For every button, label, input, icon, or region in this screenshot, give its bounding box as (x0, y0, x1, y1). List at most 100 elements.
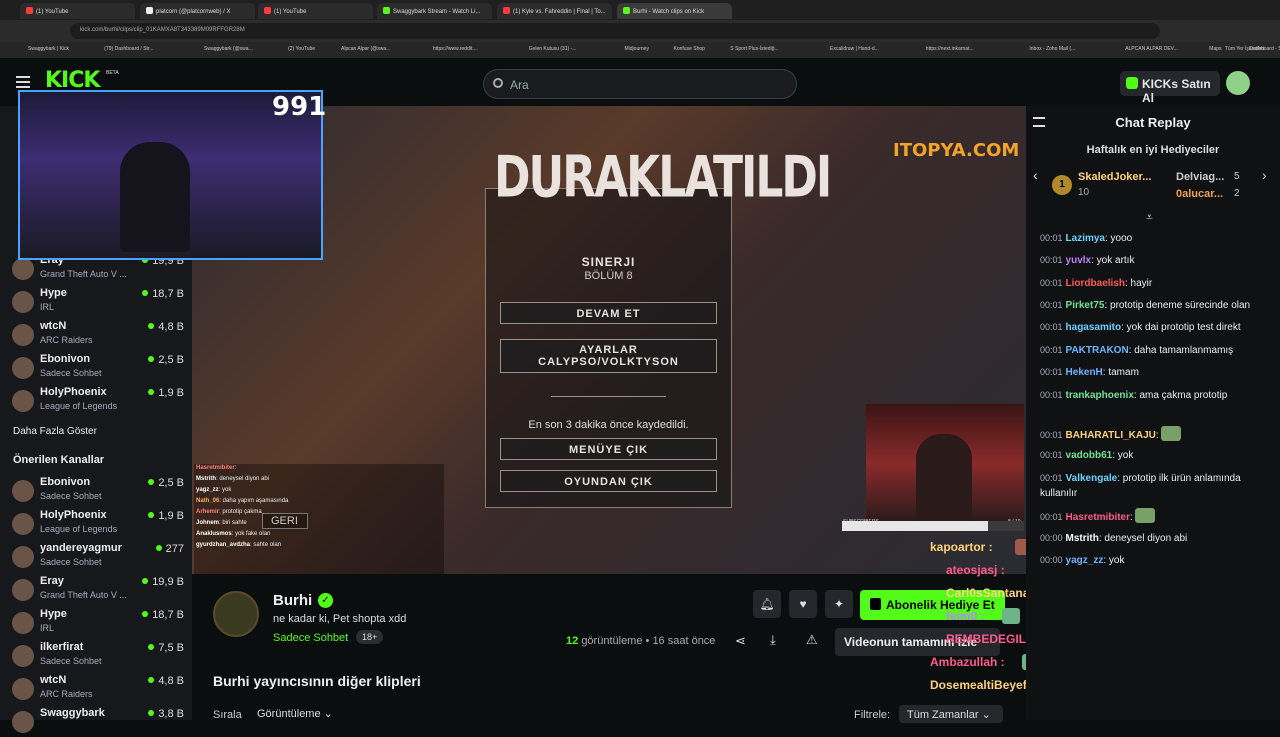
bookmark-item[interactable]: Inbox - Zoho Mail (... (1029, 46, 1075, 52)
message-user[interactable]: yagz_zz (1066, 555, 1104, 566)
browser-tab[interactable]: (1) YouTube (258, 3, 373, 19)
bookmarks-bar: Swaggybark | Kick (79) Dashboard / Str...… (0, 42, 1280, 58)
gifter-name[interactable]: 0alucar... (1176, 188, 1223, 200)
report-icon[interactable]: ⚠ (806, 632, 818, 648)
message-user[interactable]: PAKTRAKON (1066, 345, 1129, 356)
filter-dropdown[interactable]: Tüm Zamanlar ⌄ (899, 705, 1003, 723)
message-time: 00:00 (1040, 555, 1063, 565)
message-user[interactable]: HekenH (1066, 367, 1103, 378)
sparkle-icon[interactable]: ✦ (825, 590, 853, 618)
message-text: : prototip deneme sürecinde olan (1104, 300, 1251, 311)
continue-button[interactable]: DEVAM ET (500, 302, 717, 324)
channel-name: yandereyagmur (40, 542, 122, 554)
download-icon[interactable]: ⤓ (770, 632, 776, 648)
gifter-name[interactable]: SkaledJoker... (1078, 171, 1151, 183)
message-user[interactable]: Liordbaelish (1066, 278, 1125, 289)
bookmark-item[interactable]: https://www.reddit.... (433, 46, 478, 52)
channel-avatar (12, 291, 34, 313)
browser-tab[interactable]: platcorn (@platcornweb) / X (140, 3, 255, 19)
sidebar-channel[interactable]: HolyPhoenix League of Legends 1,9 B (12, 386, 184, 416)
message-time: 00:01 (1040, 278, 1063, 288)
bookmark-item[interactable]: Excalidraw | Hand-d... (830, 46, 879, 52)
message-user[interactable]: vadobb61 (1066, 450, 1113, 461)
quit-game-button[interactable]: OYUNDAN ÇIK (500, 470, 717, 492)
browser-tab[interactable]: (1) Kyle vs. Fahreddin | Final | To... (497, 3, 612, 19)
message-user[interactable]: yuvlx (1066, 255, 1092, 266)
user-avatar[interactable] (1226, 71, 1250, 95)
chevron-right-icon[interactable]: › (1262, 167, 1267, 183)
filter-value: Tüm Zamanlar (907, 709, 979, 721)
sidebar-channel[interactable]: yandereyagmur Sadece Sohbet 277 (12, 542, 184, 572)
bookmark-item[interactable]: Konfuse Shop (674, 46, 705, 52)
expand-icon[interactable]: ⩡ (1146, 210, 1153, 225)
tab-label: (1) YouTube (274, 9, 307, 15)
bookmark-item[interactable]: Midjourney (625, 46, 649, 52)
sidebar-channel[interactable]: wtcN ARC Raiders 4,8 B (12, 674, 184, 704)
all-bookmarks[interactable]: Tüm Yer İşaretleri (1225, 46, 1264, 52)
browser-tab[interactable]: Swaggybark Stream - Watch Li... (377, 3, 492, 19)
settings-button[interactable]: AYARLAR CALYPSO/VOLKTYSON (500, 339, 717, 373)
message-time: 00:01 (1040, 367, 1063, 377)
heart-icon[interactable]: ♥ (789, 590, 817, 618)
chat-message: 00:01 yuvlx: yok artık (1040, 253, 1270, 268)
message-user[interactable]: Hasretmibiter (1066, 512, 1130, 523)
message-time: 00:00 (1040, 533, 1063, 543)
browser-tab[interactable]: Burhi - Watch clips on Kick (617, 3, 732, 19)
chat-message: 00:01 Valkengale: prototip ilk ürün anlam… (1040, 471, 1270, 501)
bookmark-item[interactable]: Swaggybark | Kick (28, 46, 69, 52)
channel-avatar[interactable] (213, 591, 259, 637)
url-field[interactable]: kick.com/burhi/clips/clip_01KAMXA8T34338… (70, 23, 1160, 39)
browser-tab[interactable]: (1) YouTube (20, 3, 135, 19)
bookmark-item[interactable]: Swaggybark (@swa... (204, 46, 253, 52)
bookmark-item[interactable]: (79) Dashboard / Str... (104, 46, 153, 52)
sidebar-channel[interactable]: Hype IRL 18,7 B (12, 287, 184, 317)
sort-dropdown[interactable]: Görüntüleme ⌄ (257, 707, 333, 720)
message-user[interactable]: Valkengale (1066, 473, 1118, 484)
message-user[interactable]: trankaphoenix (1066, 390, 1134, 401)
mini-chat-text: : (234, 465, 237, 471)
sidebar-channel[interactable]: ilkerfirat Sadece Sohbet 7,5 B (12, 641, 184, 671)
sidebar-channel[interactable]: Ebonivon Sadece Sohbet 2,5 B (12, 353, 184, 383)
overlay-chat-user: Ambazullah : (930, 655, 1005, 669)
message-user[interactable]: hagasamito (1066, 322, 1122, 333)
tab-favicon-icon (146, 7, 153, 14)
bookmark-item[interactable]: Alpcan Alpar (@swa... (341, 46, 390, 52)
bookmark-item[interactable]: Gelen Kutusu (31) -... (529, 46, 577, 52)
bookmark-item[interactable]: ALPCAN ALPAR DEV... (1125, 46, 1178, 52)
pause-title: DURAKLATILDI (494, 144, 832, 211)
sidebar-channel[interactable]: Swaggybark 3,8 B (12, 707, 184, 737)
message-user[interactable]: Pirket75 (1066, 300, 1105, 311)
channel-name: HolyPhoenix (40, 386, 107, 398)
message-user[interactable]: BAHARATLI_KAJU (1066, 430, 1156, 441)
message-time: 00:01 (1040, 512, 1063, 522)
channel-category[interactable]: Sadece Sohbet (273, 632, 348, 644)
share-icon[interactable]: ⋖ (735, 633, 746, 649)
mini-chat-user: Hasretmibiter (196, 465, 235, 471)
message-user[interactable]: Mstrith (1066, 533, 1099, 544)
emote-icon (1134, 508, 1155, 523)
bookmark-item[interactable]: (2) YouTube (288, 46, 315, 52)
message-time: 00:01 (1040, 390, 1063, 400)
tab-label: Burhi - Watch clips on Kick (633, 9, 705, 15)
show-more-link[interactable]: Daha Fazla Göster (13, 426, 97, 437)
channel-avatar (12, 513, 34, 535)
gifter-name[interactable]: Delviag... (1176, 171, 1224, 183)
sidebar-channel[interactable]: Hype IRL 18,7 B (12, 608, 184, 638)
chevron-left-icon[interactable]: ‹ (1033, 167, 1038, 183)
menu-icon[interactable] (16, 76, 30, 88)
channel-category: IRL (40, 623, 55, 633)
views-label: görüntüleme (581, 635, 643, 647)
main-menu-button[interactable]: MENÜYE ÇIK (500, 438, 717, 460)
sidebar-channel[interactable]: Ebonivon Sadece Sohbet 2,5 B (12, 476, 184, 506)
sidebar-channel[interactable]: Eray Grand Theft Auto V ... 19,9 B (12, 575, 184, 605)
bell-icon[interactable]: 🔔︎ (753, 590, 781, 618)
search-input[interactable]: Ara (483, 69, 797, 99)
bookmark-item[interactable]: Maps (1209, 46, 1221, 52)
bookmark-item[interactable]: https://next.inkarnat... (926, 46, 974, 52)
sidebar-channel[interactable]: wtcN ARC Raiders 4,8 B (12, 320, 184, 350)
message-user[interactable]: Lazimya (1066, 233, 1105, 244)
mini-chat-text: : biri sahte (219, 520, 247, 526)
bookmark-item[interactable]: S Sport Plus-İstediğ... (730, 46, 778, 52)
sidebar-channel[interactable]: HolyPhoenix League of Legends 1,9 B (12, 509, 184, 539)
channel-name[interactable]: Burhi (273, 592, 312, 609)
